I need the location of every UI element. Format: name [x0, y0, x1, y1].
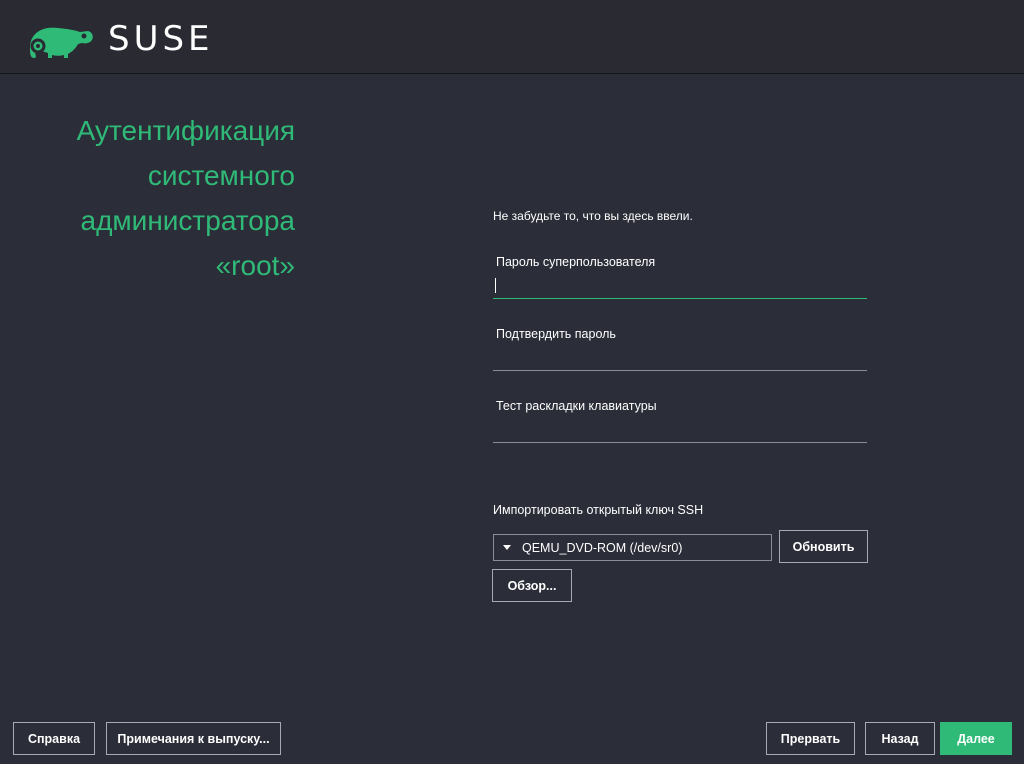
- confirm-password-field: Подтвердить пароль: [493, 327, 867, 371]
- refresh-button[interactable]: Обновить: [779, 530, 868, 563]
- confirm-password-label: Подтвердить пароль: [496, 327, 616, 341]
- back-button[interactable]: Назад: [865, 722, 935, 755]
- password-label: Пароль суперпользователя: [496, 255, 656, 269]
- header-bar: SUSE: [0, 0, 1024, 74]
- release-notes-button[interactable]: Примечания к выпуску...: [106, 722, 281, 755]
- page-title-line: системного: [147, 160, 295, 191]
- logo-text: SUSE: [108, 19, 214, 59]
- browse-button[interactable]: Обзор...: [492, 569, 572, 602]
- abort-button[interactable]: Прервать: [766, 722, 855, 755]
- next-button[interactable]: Далее: [940, 722, 1012, 755]
- help-button[interactable]: Справка: [13, 722, 95, 755]
- page-title-line: Аутентификация: [76, 115, 295, 146]
- main-content: Аутентификация системного администратора…: [0, 74, 1024, 764]
- password-input[interactable]: [493, 276, 867, 299]
- ssh-key-label: Импортировать открытый ключ SSH: [493, 503, 704, 517]
- page-title-line: администратора: [80, 205, 295, 236]
- ssh-device-select[interactable]: QEMU_DVD-ROM (/dev/sr0): [493, 534, 772, 561]
- keyboard-test-field: Тест раскладки клавиатуры: [493, 399, 867, 443]
- text-caret: [495, 278, 496, 293]
- ssh-device-value: QEMU_DVD-ROM (/dev/sr0): [522, 540, 683, 555]
- page-title-line: «root»: [215, 250, 295, 281]
- keyboard-test-label: Тест раскладки клавиатуры: [496, 399, 657, 413]
- keyboard-test-input[interactable]: [493, 420, 867, 443]
- confirm-password-input[interactable]: [493, 348, 867, 371]
- dropdown-arrow-icon: [503, 545, 511, 550]
- hint-text: Не забудьте то, что вы здесь ввели.: [493, 209, 693, 223]
- chameleon-icon: [30, 27, 93, 58]
- suse-logo: SUSE: [24, 18, 214, 60]
- page-title: Аутентификация системного администратора…: [0, 108, 295, 288]
- password-field: Пароль суперпользователя: [493, 255, 867, 299]
